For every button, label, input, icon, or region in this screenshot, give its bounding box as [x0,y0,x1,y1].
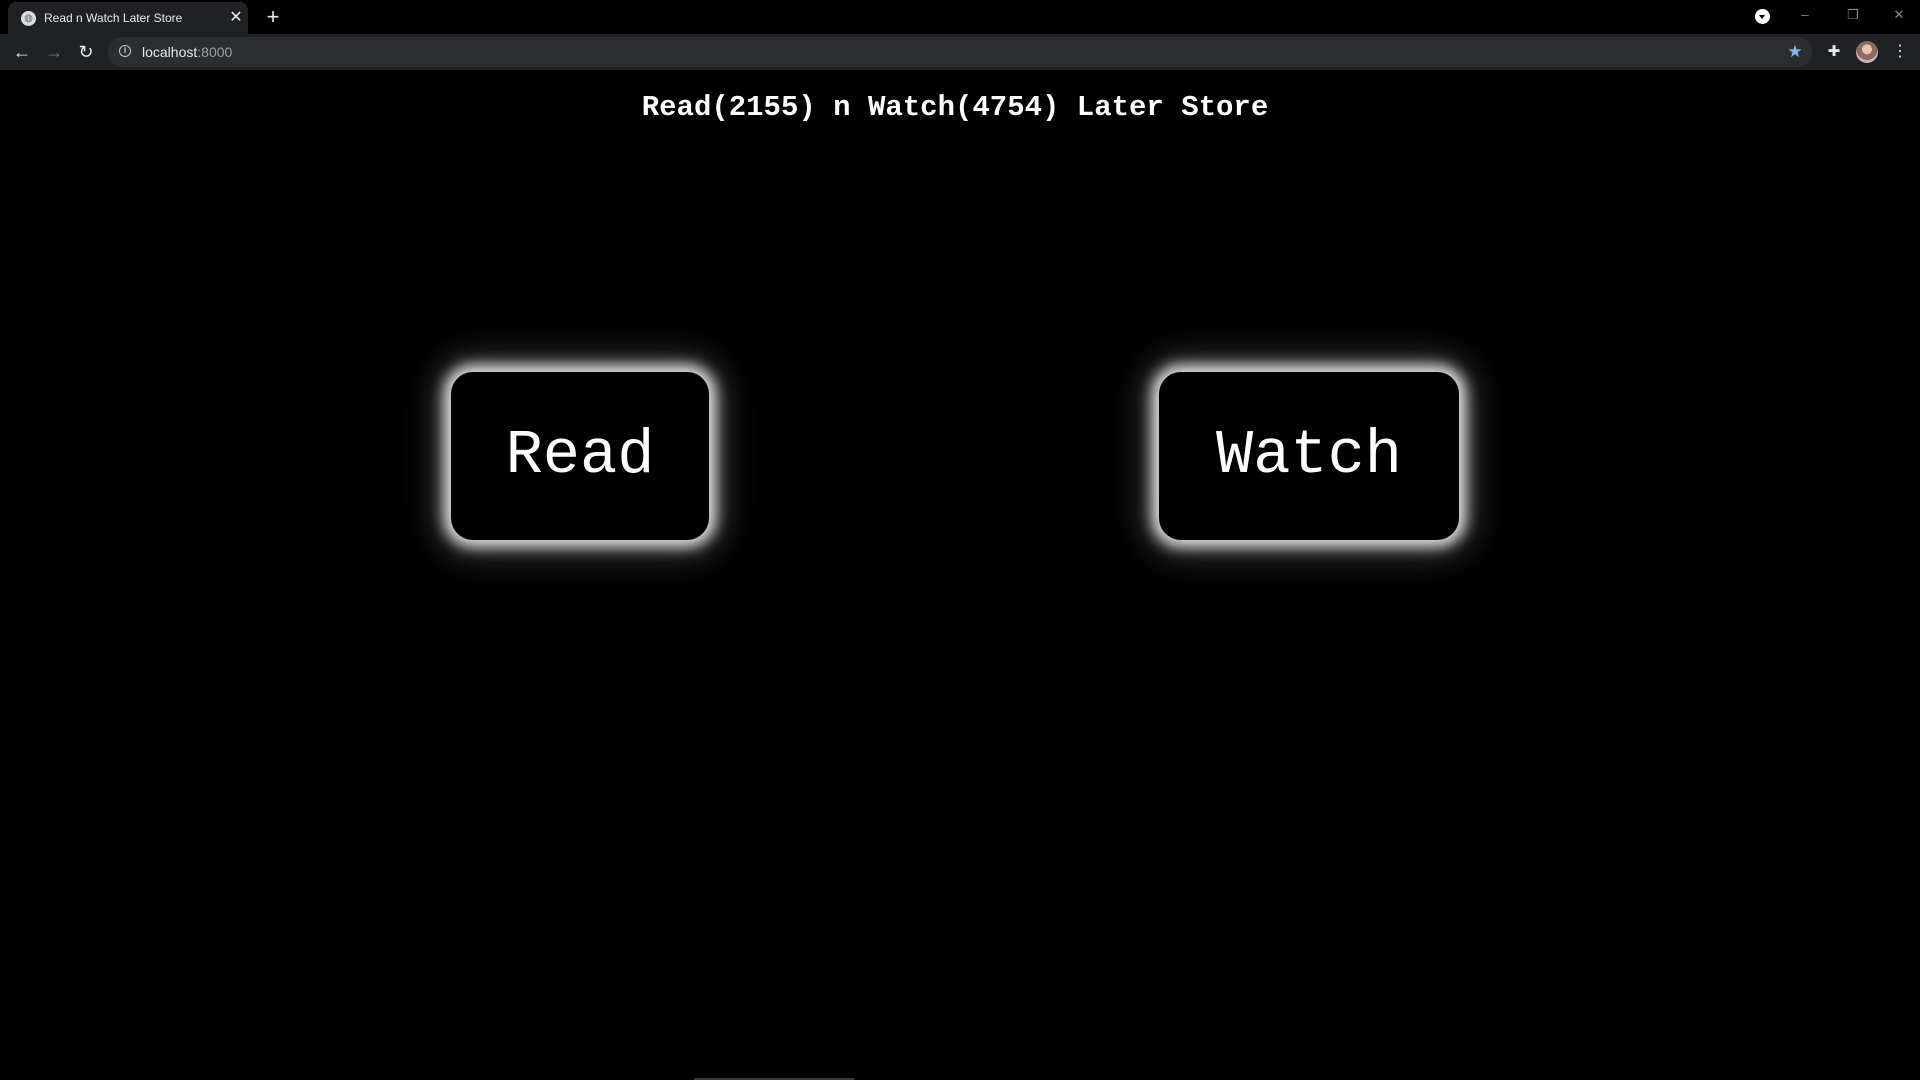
profile-menu-icon[interactable] [1755,9,1770,24]
page-viewport: Read(2155) n Watch(4754) Later Store Rea… [0,70,1920,1080]
address-bar[interactable]: i localhost:8000 ★ [108,37,1812,67]
new-tab-button[interactable]: + [262,6,284,28]
forward-arrow-icon[interactable]: → [43,41,65,63]
browser-toolbar: ← → ↻ i localhost:8000 ★ ✚ ⋮ [0,34,1920,70]
minimize-button[interactable]: – [1790,4,1820,26]
kebab-menu-icon[interactable]: ⋮ [1890,41,1910,63]
close-window-button[interactable]: ✕ [1884,4,1914,26]
tab-title: Read n Watch Later Store [44,11,183,25]
back-arrow-icon[interactable]: ← [11,41,33,63]
url-text[interactable]: localhost:8000 [142,44,232,60]
browser-tab-strip: ◍ Read n Watch Later Store ✕ + – ❐ ✕ [0,0,1920,34]
reload-icon[interactable]: ↻ [75,41,97,63]
read-button[interactable]: Read [451,372,709,540]
url-host: localhost [142,44,198,60]
globe-icon: ◍ [21,11,36,26]
browser-tab[interactable]: ◍ Read n Watch Later Store ✕ [8,2,248,34]
restore-button[interactable]: ❐ [1838,4,1868,26]
site-info-icon[interactable]: i [119,45,131,57]
extensions-puzzle-icon[interactable]: ✚ [1824,42,1844,62]
url-port: :8000 [197,44,233,60]
avatar[interactable] [1856,41,1878,63]
close-tab-icon[interactable]: ✕ [228,10,244,26]
bookmark-star-icon[interactable]: ★ [1784,41,1806,63]
page-title: Read(2155) n Watch(4754) Later Store [641,91,1269,124]
watch-button[interactable]: Watch [1159,372,1459,540]
